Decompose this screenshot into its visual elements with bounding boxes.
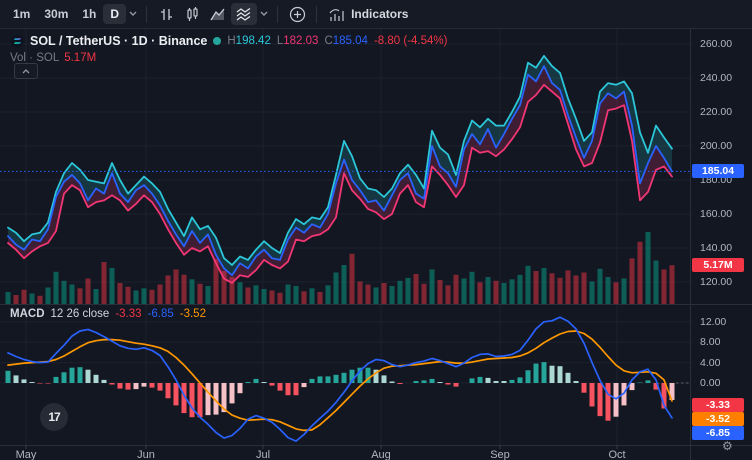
symbol-title[interactable]: SOL / TetherUS · 1D · Binance [30,34,207,48]
macd-tick-label: 4.00 [700,357,750,369]
timeframe-chevron-down-icon[interactable] [126,3,140,25]
timeframe-1h-button[interactable]: 1h [75,4,103,24]
timeframe-30m-button[interactable]: 30m [37,4,75,24]
macd-title[interactable]: MACD [10,308,45,320]
toolbar-divider [146,6,147,23]
macd-params: 12 26 close [51,308,110,320]
macd-signal-value: -3.52 [180,308,206,320]
price-tick-label: 140.00 [700,242,750,254]
change-value: -8.80 (-4.54%) [374,35,448,47]
tradingview-logo[interactable]: 17 [40,403,68,431]
price-tick-label: 240.00 [700,72,750,84]
volume-value: 5.17M [64,52,96,64]
multiline-style-icon[interactable] [231,3,257,25]
chart-toolbar: 1m 30m 1h D [0,0,752,29]
macd-legend: MACD 12 26 close -3.33 -6.85 -3.52 [10,308,206,320]
macd-value-badge: -3.52 [692,412,744,426]
tradingview-chart-window: 1m 30m 1h D [0,0,752,460]
style-chevron-down-icon[interactable] [257,3,271,25]
candles-style-icon[interactable] [179,3,205,25]
price-tick-label: 260.00 [700,38,750,50]
indicators-button[interactable]: Indicators [323,4,414,25]
market-status-icon [213,37,221,45]
low-value: 182.03 [283,35,318,47]
macd-tick-label: 8.00 [700,336,750,348]
toolbar-divider [277,6,278,23]
indicators-label: Indicators [351,7,408,21]
macd-line-value: -6.85 [148,308,174,320]
close-value: 185.04 [333,35,368,47]
time-axis-label: Oct [599,449,635,460]
close-label: C [324,35,332,47]
time-axis-label: Jul [245,449,281,460]
volume-badge: 5.17M [692,258,744,272]
macd-value-badge: -6.85 [692,426,744,440]
chevron-up-icon [22,69,30,74]
symbol-legend: SOL / TetherUS · 1D · Binance H198.42 L1… [10,33,447,49]
main-chart-canvas[interactable] [0,0,752,460]
high-label: H [227,35,235,47]
macd-hist-value: -3.33 [115,308,141,320]
compare-plus-icon[interactable] [284,3,310,25]
axis-settings-gear-icon[interactable]: ⚙ [722,439,733,453]
solana-logo-icon [10,34,24,48]
price-tick-label: 160.00 [700,208,750,220]
toolbar-divider [316,6,317,23]
indicators-icon [329,7,345,22]
timeframe-1m-button[interactable]: 1m [6,4,37,24]
macd-tick-label: 0.00 [700,377,750,389]
collapse-legend-button[interactable] [14,63,38,79]
price-tick-label: 200.00 [700,140,750,152]
bars-style-icon[interactable] [153,3,179,25]
time-axis-label: Sep [482,449,518,460]
price-tick-label: 120.00 [700,276,750,288]
macd-tick-label: 12.00 [700,316,750,328]
time-axis-label: Aug [363,449,399,460]
area-style-icon[interactable] [205,3,231,25]
high-value: 198.42 [236,35,271,47]
time-axis-label: May [8,449,44,460]
last-price-badge: 185.04 [692,164,744,178]
time-axis-label: Jun [128,449,164,460]
macd-value-badge: -3.33 [692,398,744,412]
price-tick-label: 220.00 [700,106,750,118]
timeframe-1d-button[interactable]: D [103,4,126,24]
